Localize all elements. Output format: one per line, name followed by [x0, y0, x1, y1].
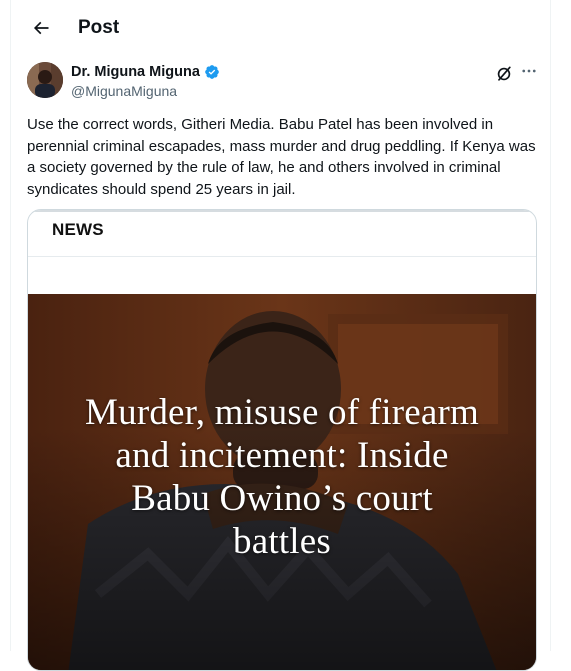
author-info: Dr. Miguna Miguna @MigunaMiguna: [71, 64, 220, 99]
back-button[interactable]: [27, 14, 55, 42]
more-options-button[interactable]: [519, 62, 539, 82]
post-header: Post: [11, 0, 550, 56]
more-horizontal-icon: [522, 69, 536, 73]
avatar[interactable]: [27, 62, 63, 98]
card-headline[interactable]: Murder, misuse of firearm and incitement…: [28, 391, 536, 563]
headline-line: and incitement: Inside: [115, 435, 449, 476]
author-handle[interactable]: @MigunaMiguna: [71, 83, 220, 99]
headline-line: battles: [233, 521, 331, 562]
card-top-divider: [28, 210, 536, 212]
column-border-left: [10, 0, 11, 651]
link-card[interactable]: NEWS Murder, misuse of firearm and incit…: [27, 209, 537, 671]
news-divider: [28, 256, 536, 257]
verified-badge-icon: [205, 65, 219, 79]
avatar-image: [27, 62, 63, 98]
headline-line: Babu Owino’s court: [131, 478, 433, 519]
grok-button[interactable]: [494, 64, 514, 84]
page-title: Post: [78, 17, 120, 38]
author-name[interactable]: Dr. Miguna Miguna: [71, 64, 200, 80]
news-label: NEWS: [52, 220, 104, 239]
author-name-row[interactable]: Dr. Miguna Miguna: [71, 64, 220, 80]
grok-icon: [497, 66, 511, 81]
headline-line: Murder, misuse of firearm: [85, 392, 479, 433]
column-border-right: [550, 0, 551, 651]
arrow-left-icon: [33, 21, 49, 35]
tweet-text: Use the correct words, Githeri Media. Ba…: [27, 116, 540, 198]
